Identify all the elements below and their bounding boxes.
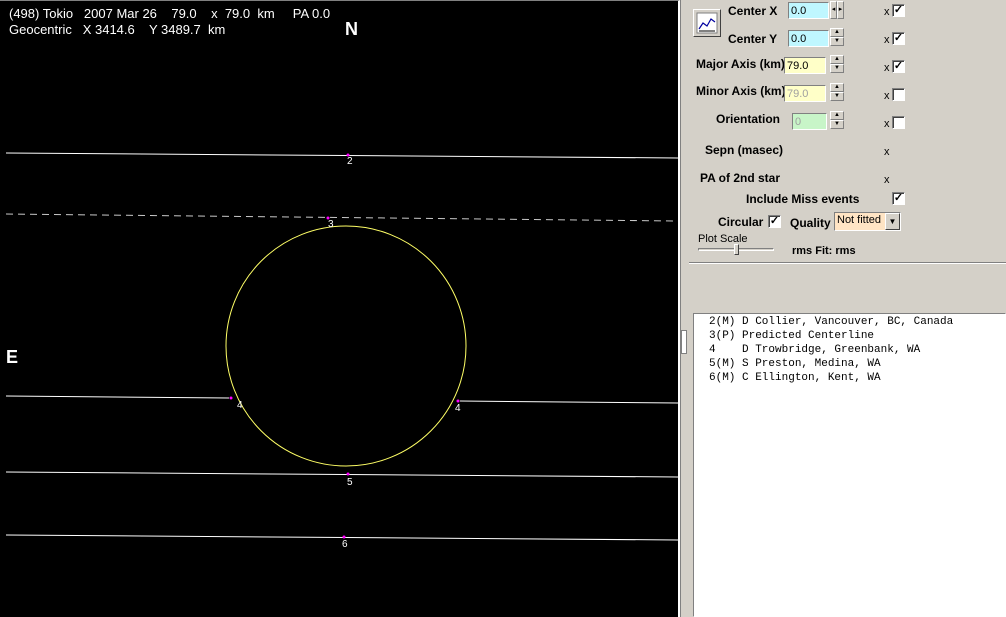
plot-canvas [5, 152, 679, 541]
chord-label: 4 [237, 400, 243, 411]
major-axis-down-arrow-icon[interactable]: ▼ [830, 64, 844, 73]
minor-axis-x: x [884, 90, 890, 102]
event-marker [346, 472, 350, 476]
circular-checkbox[interactable]: ✓ [768, 215, 781, 228]
center-x-checkbox[interactable]: ✓ [892, 4, 905, 17]
chord-2 [5, 152, 679, 159]
event-marker [229, 396, 233, 400]
sepn-x: x [884, 146, 890, 158]
center-y-label: Center Y [728, 32, 778, 46]
quality-value: Not fitted [837, 214, 882, 226]
pa-2nd-star-x: x [884, 174, 890, 186]
center-x-right-arrow-icon[interactable]: ▸ [837, 1, 844, 19]
north-label: N [345, 19, 358, 39]
include-miss-label: Include Miss events [746, 192, 860, 206]
orientation-x: x [884, 118, 890, 130]
orientation-label: Orientation [716, 112, 781, 126]
center-y-x: x [884, 34, 890, 46]
east-label: E [6, 347, 19, 367]
chord-4-left [5, 395, 230, 399]
pa-2nd-star-label: PA of 2nd star [700, 171, 781, 185]
center-x-spinner[interactable]: ◂ ▸ [830, 1, 844, 19]
major-axis-spinner[interactable]: ▲ ▼ [830, 55, 844, 73]
list-item[interactable]: 5(M) S Preston, Medina, WA [709, 358, 881, 370]
observer-list[interactable]: 2(M) D Collier, Vancouver, BC, Canada 3(… [693, 313, 1006, 617]
center-x-left-arrow-icon[interactable]: ◂ [830, 1, 837, 19]
quality-label: Quality [790, 216, 831, 230]
list-item[interactable]: 2(M) D Collier, Vancouver, BC, Canada [709, 316, 953, 328]
chord-4-right [459, 400, 679, 404]
include-miss-checkbox[interactable]: ✓ [892, 192, 905, 205]
orientation-up-arrow-icon[interactable]: ▲ [830, 111, 844, 120]
list-item[interactable]: 6(M) C Ellington, Kent, WA [709, 372, 881, 384]
chord-3-centerline [5, 213, 679, 222]
center-x-label: Center X [728, 4, 778, 18]
orientation-spinner[interactable]: ▲ ▼ [830, 111, 844, 129]
asteroid-profile-ellipse [225, 225, 467, 467]
minor-axis-down-arrow-icon[interactable]: ▼ [830, 92, 844, 101]
major-axis-label: Major Axis (km) [696, 57, 785, 71]
minor-axis-label: Minor Axis (km) [696, 84, 786, 98]
chord-label: 5 [347, 477, 353, 488]
major-axis-checkbox[interactable]: ✓ [892, 60, 905, 73]
list-item[interactable]: 4 D Trowbridge, Greenbank, WA [709, 344, 920, 356]
line-chart-icon [696, 12, 718, 34]
orientation-down-arrow-icon[interactable]: ▼ [830, 120, 844, 129]
center-y-up-arrow-icon[interactable]: ▲ [830, 28, 844, 37]
center-y-input[interactable] [788, 30, 829, 47]
center-x-input[interactable] [788, 2, 829, 19]
chevron-down-icon[interactable]: ▼ [885, 213, 900, 230]
orientation-checkbox[interactable] [892, 116, 905, 129]
list-item[interactable]: 3(P) Predicted Centerline [709, 330, 874, 342]
major-axis-up-arrow-icon[interactable]: ▲ [830, 55, 844, 64]
major-axis-x: x [884, 62, 890, 74]
panel-divider [689, 262, 1006, 264]
sepn-label: Sepn (masec) [705, 143, 784, 157]
orientation-input[interactable] [792, 113, 827, 130]
plot-scale-slider-thumb[interactable] [734, 244, 739, 255]
plot-button[interactable] [693, 9, 721, 37]
center-y-down-arrow-icon[interactable]: ▼ [830, 37, 844, 46]
chord-label: 4 [455, 403, 461, 414]
plot-scale-label: Plot Scale [698, 233, 748, 245]
major-axis-input[interactable] [784, 57, 826, 74]
quality-dropdown[interactable]: Not fitted ▼ [834, 212, 901, 231]
chord-label: 3 [328, 219, 334, 230]
plot-header-line1: (498) Tokio 2007 Mar 26 79.0 x 79.0 km P… [9, 6, 331, 21]
plot-header-line2: Geocentric X 3414.6 Y 3489.7 km [9, 22, 226, 37]
center-y-spinner[interactable]: ▲ ▼ [830, 28, 844, 46]
center-y-checkbox[interactable]: ✓ [892, 32, 905, 45]
minor-axis-spinner[interactable]: ▲ ▼ [830, 83, 844, 101]
fit-controls-panel: Center X ◂ ▸ x ✓ Center Y ▲ ▼ x ✓ Major … [689, 0, 1006, 262]
chord-label: 6 [342, 539, 348, 550]
minor-axis-up-arrow-icon[interactable]: ▲ [830, 83, 844, 92]
scrollbar-thumb[interactable] [681, 330, 687, 354]
minor-axis-checkbox[interactable] [892, 88, 905, 101]
chord-label: 2 [347, 156, 353, 167]
rms-fit-label: rms Fit: rms [792, 245, 856, 257]
minor-axis-input[interactable] [784, 85, 826, 102]
circular-label: Circular [718, 215, 764, 229]
chord-5 [5, 471, 679, 478]
vertical-scrollbar[interactable] [680, 0, 689, 617]
occultation-plot[interactable]: (498) Tokio 2007 Mar 26 79.0 x 79.0 km P… [0, 0, 680, 617]
center-x-x: x [884, 6, 890, 18]
